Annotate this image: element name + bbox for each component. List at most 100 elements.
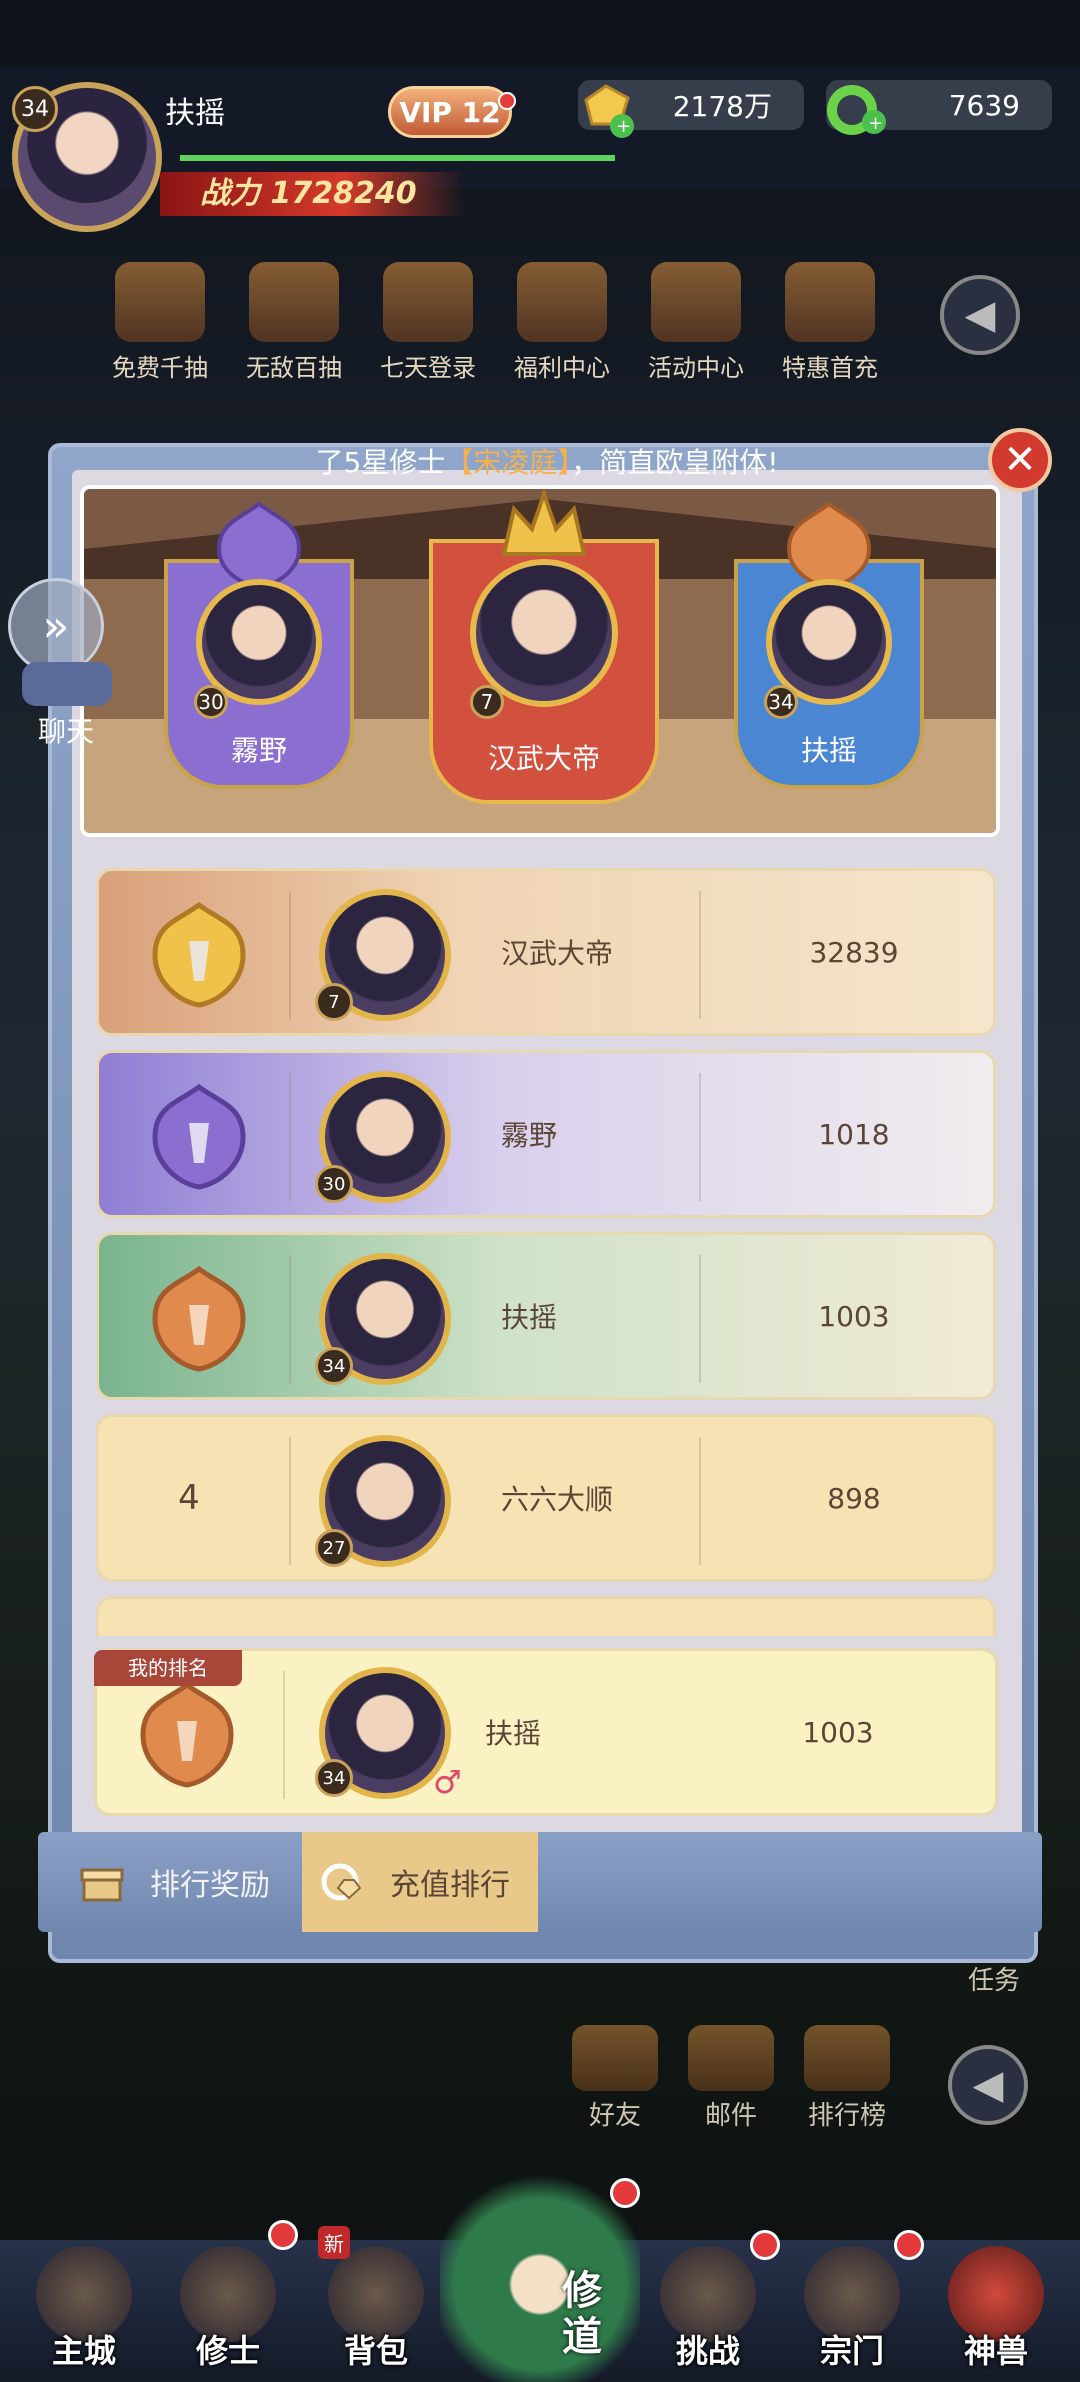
ranking-row[interactable]: 7 汉武大帝 32839 — [96, 868, 996, 1036]
row-divider — [289, 891, 291, 1019]
gold-medal-icon — [152, 901, 246, 1008]
activity-label: 无敌百抽 — [246, 354, 342, 382]
my-score: 1003 — [802, 1715, 874, 1749]
nav-label: 挑战 — [675, 2332, 740, 2370]
close-button[interactable]: ✕ — [988, 428, 1052, 492]
ticker-highlight: 【宋凌庭】 — [445, 446, 572, 479]
xp-bar-fill — [180, 155, 615, 161]
row-level: 7 — [315, 983, 353, 1021]
vip-button[interactable]: VIP 12 — [388, 86, 512, 138]
bronze-medal-icon — [152, 1265, 246, 1372]
row-level: 27 — [315, 1529, 353, 1567]
friends-button[interactable]: 好友 — [560, 2025, 670, 2132]
ranking-row-partial[interactable] — [96, 1596, 996, 1636]
ranking-list[interactable]: 7 汉武大帝 32839 30 霧野 1018 34 扶摇 1003 4 27 — [80, 852, 1000, 1636]
row-name: 扶摇 — [501, 1301, 558, 1334]
podium-name-3rd: 扶摇 — [800, 734, 857, 767]
jade-add-icon[interactable]: + — [822, 80, 892, 140]
row-divider — [699, 1255, 701, 1383]
my-name: 扶摇 — [485, 1717, 542, 1750]
activity-free-draw[interactable]: 免费千抽 — [100, 262, 220, 383]
nav-label: 背包 — [343, 2332, 408, 2370]
tab-label: 排行奖励 — [150, 1868, 270, 1903]
podium-level-2nd: 30 — [194, 685, 228, 719]
my-rank-tag: 我的排名 — [94, 1650, 242, 1686]
dragon-icon — [651, 262, 741, 342]
leaderboard-button[interactable]: 排行榜 — [792, 2025, 902, 2132]
gift-icon — [115, 262, 205, 342]
nav-beast[interactable]: 神兽 — [936, 2240, 1056, 2382]
bronze-medal-icon — [140, 1681, 234, 1788]
player-name: 扶摇 — [165, 96, 225, 131]
row-divider — [699, 891, 701, 1019]
ranking-row[interactable]: 30 霧野 1018 — [96, 1050, 996, 1218]
nav-cultivation-label: 修道 — [562, 2268, 602, 2360]
friends-icon — [572, 2025, 658, 2091]
nav-challenge[interactable]: 挑战 — [648, 2240, 768, 2382]
podium-name-2nd: 霧野 — [230, 734, 287, 767]
row-divider — [283, 1671, 285, 1799]
task-label[interactable]: 任务 — [968, 1960, 1020, 1997]
activity-label: 福利中心 — [514, 354, 610, 382]
nav-bag[interactable]: 背包 — [316, 2240, 436, 2382]
podium-avatar-1st[interactable] — [470, 559, 618, 707]
ranking-row[interactable]: 4 27 六六大顺 898 — [96, 1414, 996, 1582]
ticker-text-end: ，简直欧皇附体! — [571, 446, 779, 479]
tab-rank-reward[interactable]: 排行奖励 — [78, 1832, 338, 1932]
recharge-icon — [321, 1863, 362, 1901]
shortcut-label: 邮件 — [704, 2101, 757, 2131]
nav-label: 神兽 — [963, 2332, 1028, 2370]
row-name: 汉武大帝 — [501, 937, 614, 970]
activity-first-recharge[interactable]: 特惠首充 — [770, 262, 890, 383]
collapse-arrow-bottom[interactable]: ◀ — [948, 2045, 1028, 2125]
lucky-bag-icon — [517, 262, 607, 342]
ranking-tabs: 排行奖励 充值排行 — [38, 1832, 1042, 1932]
activity-row: 免费千抽 无敌百抽 七天登录 福利中心 活动中心 特惠首充 — [100, 262, 920, 382]
mail-icon — [688, 2025, 774, 2091]
row-score: 1003 — [818, 1299, 890, 1333]
activity-label: 七天登录 — [380, 354, 476, 382]
my-level: 34 — [315, 1759, 353, 1797]
ranking-row[interactable]: 34 扶摇 1003 — [96, 1232, 996, 1400]
activity-seven-day[interactable]: 七天登录 — [368, 262, 488, 383]
row-score: 32839 — [809, 935, 899, 969]
chest-icon — [383, 262, 473, 342]
purple-medal-icon — [152, 1083, 246, 1190]
row-divider — [699, 1073, 701, 1201]
activity-label: 免费千抽 — [112, 354, 208, 382]
broadcast-ticker: 了5星修士【宋凌庭】，简直欧皇附体! — [72, 443, 1022, 483]
combat-power: 战力 1728240 — [160, 172, 465, 216]
row-divider — [289, 1255, 291, 1383]
activity-invincible-draw[interactable]: 无敌百抽 — [234, 262, 354, 383]
nav-cultivators-dot — [268, 2220, 298, 2250]
nav-sect[interactable]: 宗门 — [792, 2240, 912, 2382]
shortcut-label: 好友 — [588, 2101, 641, 2131]
nav-label: 宗门 — [819, 2332, 884, 2370]
gold-ingot-add-icon[interactable]: + — [576, 80, 636, 140]
close-icon: ✕ — [1003, 437, 1037, 483]
row-level: 34 — [315, 1347, 353, 1385]
nav-cultivators[interactable]: 修士 — [168, 2240, 288, 2382]
row-level: 30 — [315, 1165, 353, 1203]
activity-label: 特惠首充 — [782, 354, 878, 382]
activity-center[interactable]: 活动中心 — [636, 262, 756, 383]
mail-button[interactable]: 邮件 — [676, 2025, 786, 2132]
svg-text:+: + — [868, 113, 883, 134]
row-name: 六六大顺 — [501, 1483, 614, 1516]
activity-welfare[interactable]: 福利中心 — [502, 262, 622, 383]
bronze-medal-icon — [786, 501, 872, 589]
gold-crown-icon — [501, 489, 587, 556]
chevron-left-icon: ◀ — [964, 292, 996, 338]
reward-box-icon — [80, 1868, 124, 1902]
player-level-badge: 34 — [12, 86, 58, 132]
row-name: 霧野 — [501, 1119, 558, 1152]
row-score: 898 — [827, 1481, 881, 1515]
nav-main-city[interactable]: 主城 — [24, 2240, 144, 2382]
collapse-arrow-top[interactable]: ◀ — [940, 275, 1020, 355]
nav-label: 主城 — [51, 2332, 116, 2370]
tab-recharge-ranking[interactable]: 充值排行 — [302, 1832, 538, 1932]
gender-female-icon: ♂ — [433, 1763, 462, 1801]
vip-notification-dot — [498, 92, 516, 110]
nav-challenge-dot — [750, 2230, 780, 2260]
row-rank-number: 4 — [178, 1478, 200, 1518]
